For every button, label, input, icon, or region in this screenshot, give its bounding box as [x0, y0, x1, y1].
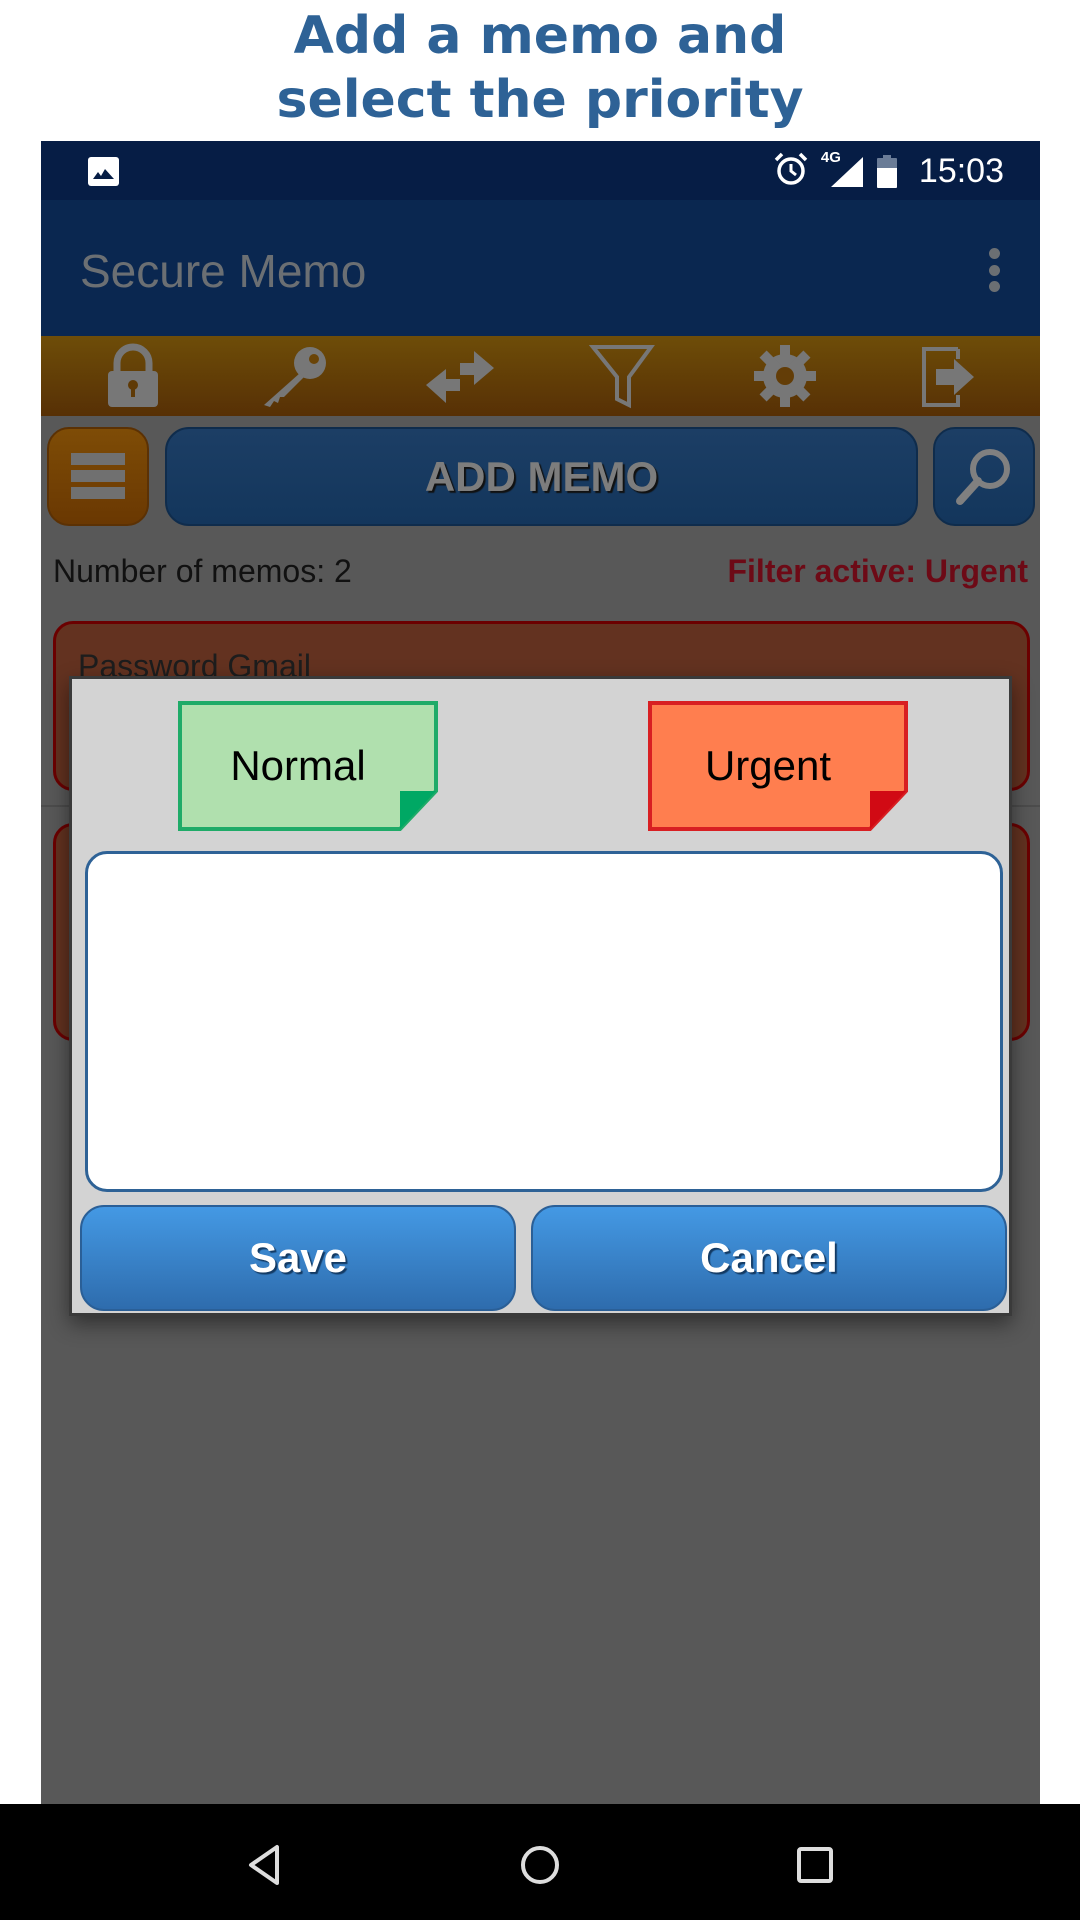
status-icons: 4G 15:03 [773, 149, 1004, 193]
exit-icon [922, 347, 975, 407]
sync-button[interactable] [414, 340, 504, 412]
recents-icon [797, 1847, 833, 1883]
save-button[interactable]: Save [80, 1205, 516, 1311]
signal-4g-icon: 4G [821, 149, 865, 189]
priority-normal-option[interactable]: Normal [178, 701, 440, 831]
promo-title-line-1: Add a memo and [293, 6, 787, 66]
filter-button[interactable] [577, 340, 667, 412]
navigation-bar [0, 1804, 1080, 1920]
lock-icon [107, 343, 158, 407]
back-button[interactable] [240, 1840, 290, 1890]
key-icon [263, 347, 326, 407]
toolbar [41, 336, 1040, 416]
settings-button[interactable] [740, 340, 830, 412]
key-button[interactable] [251, 340, 341, 412]
search-button[interactable] [933, 427, 1035, 526]
cancel-button[interactable]: Cancel [531, 1205, 1007, 1311]
action-row: ADD MEMO [41, 424, 1040, 528]
phone-screen: 4G 15:03 Secure Memo ADD MEMO Number of … [41, 141, 1040, 1920]
back-icon [249, 1845, 279, 1885]
filter-icon [589, 345, 655, 409]
clock: 15:03 [918, 151, 1004, 190]
swap-arrows-icon [425, 351, 494, 403]
memo-text-input[interactable] [85, 851, 1003, 1192]
alarm-icon [773, 151, 809, 192]
add-memo-dialog: Normal Urgent Save Cancel [69, 676, 1012, 1316]
gallery-icon [88, 157, 119, 186]
priority-urgent-label: Urgent [704, 742, 832, 789]
gear-icon [754, 345, 817, 407]
lock-button[interactable] [88, 340, 178, 412]
search-icon [956, 448, 1010, 505]
recents-button[interactable] [790, 1840, 840, 1890]
priority-normal-label: Normal [230, 742, 366, 789]
promo-title: Add a memo and select the priority [0, 4, 1080, 132]
app-title: Secure Memo [80, 245, 367, 297]
add-memo-button[interactable]: ADD MEMO [165, 427, 918, 526]
exit-button[interactable] [903, 340, 993, 412]
status-bar: 4G 15:03 [41, 141, 1040, 200]
hamburger-menu-button[interactable] [47, 427, 149, 526]
home-button[interactable] [515, 1840, 565, 1890]
priority-urgent-option[interactable]: Urgent [648, 701, 910, 831]
home-icon [521, 1846, 559, 1884]
filter-status: Filter active: Urgent [727, 553, 1028, 589]
memo-count: Number of memos: 2 [53, 553, 352, 589]
app-bar: Secure Memo [41, 200, 1040, 336]
promo-title-line-2: select the priority [276, 70, 804, 130]
overflow-menu-icon[interactable] [986, 248, 1002, 292]
battery-icon [876, 154, 897, 188]
hamburger-icon [71, 453, 125, 504]
